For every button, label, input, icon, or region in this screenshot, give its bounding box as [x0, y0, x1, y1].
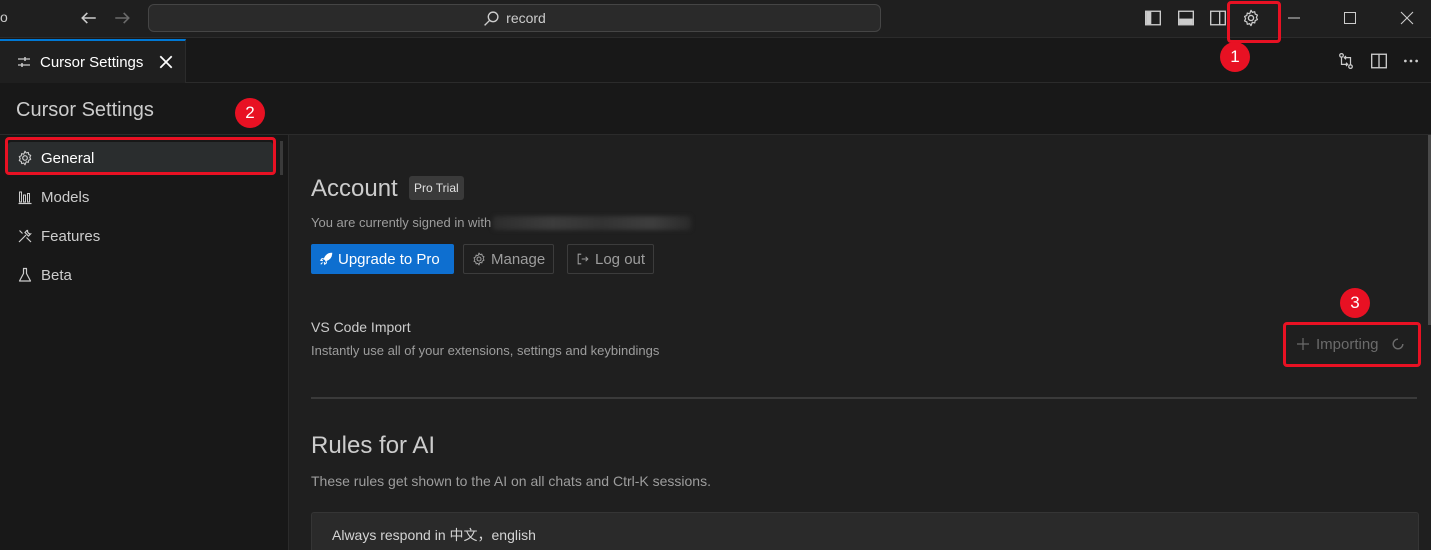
sidebar-item-features[interactable]: Features: [8, 220, 273, 252]
page-title: Cursor Settings: [16, 99, 154, 121]
redacted-email: [493, 215, 692, 230]
close-icon: [1400, 11, 1414, 25]
annotation-badge-3: 3: [1340, 288, 1370, 318]
vscode-import-title: VS Code Import: [311, 319, 411, 335]
settings-sidebar: General Models Features Beta: [0, 135, 289, 550]
rules-section-title: Rules for AI: [311, 432, 436, 459]
manage-button[interactable]: Manage: [463, 244, 555, 274]
log-out-button[interactable]: Log out: [567, 244, 655, 274]
log-out-button-label: Log out: [595, 250, 646, 268]
rules-description: These rules get shown to the AI on all c…: [311, 473, 711, 489]
toggle-panel-button[interactable]: [1173, 6, 1199, 30]
manage-button-label: Manage: [491, 250, 546, 268]
close-icon: [160, 55, 173, 69]
sidebar-scrollbar[interactable]: [280, 141, 283, 175]
annotation-highlight-import: [1283, 322, 1421, 367]
gear-icon: [473, 252, 485, 266]
upgrade-button-label: Upgrade to Pro: [338, 250, 440, 268]
titlebar-edge-glyph: o: [0, 9, 8, 25]
signed-in-label: You are currently signed in with: [311, 215, 492, 230]
rocket-icon: [319, 252, 333, 266]
bar-chart-icon: [18, 191, 32, 205]
split-editor-icon: [1371, 53, 1387, 69]
toggle-primary-sidebar-button[interactable]: [1140, 6, 1166, 30]
upgrade-to-pro-button[interactable]: Upgrade to Pro: [311, 244, 454, 274]
editor-tab-bar: Cursor Settings: [0, 39, 1431, 83]
sidebar-right-icon: [1210, 10, 1226, 26]
tools-icon: [18, 229, 32, 243]
compare-changes-icon: [1339, 52, 1353, 70]
search-icon: [484, 10, 499, 26]
sidebar-item-models[interactable]: Models: [8, 181, 273, 213]
tab-label: Cursor Settings: [40, 53, 144, 71]
sidebar-left-icon: [1145, 10, 1161, 26]
maximize-button[interactable]: [1327, 0, 1373, 36]
minimize-icon: [1288, 17, 1300, 19]
signed-in-text: You are currently signed in with: [311, 215, 692, 230]
more-actions-button[interactable]: [1399, 50, 1423, 72]
open-changes-button[interactable]: [1334, 50, 1358, 72]
maximize-icon: [1344, 12, 1356, 24]
search-text: record: [506, 10, 546, 26]
vscode-import-description: Instantly use all of your extensions, se…: [311, 343, 660, 358]
plan-badge: Pro Trial: [409, 176, 464, 200]
arrow-right-icon: [115, 12, 130, 24]
annotation-badge-2: 2: [235, 98, 265, 128]
account-section-title: Account: [311, 175, 398, 202]
settings-sliders-icon: [18, 57, 30, 67]
rules-for-ai-textarea[interactable]: Always respond in 中文，english: [311, 512, 1419, 550]
split-editor-button[interactable]: [1367, 50, 1391, 72]
command-center-search[interactable]: record: [148, 4, 881, 32]
title-bar: o record: [0, 0, 1431, 38]
annotation-highlight-general: [5, 137, 276, 175]
ellipsis-icon: [1404, 59, 1418, 63]
annotation-highlight-settings: [1227, 1, 1281, 43]
tab-cursor-settings[interactable]: Cursor Settings: [0, 39, 186, 83]
forward-button[interactable]: [109, 6, 135, 30]
sidebar-item-label: Beta: [41, 266, 72, 284]
sidebar-item-label: Features: [41, 227, 101, 245]
sidebar-item-beta[interactable]: Beta: [8, 259, 273, 291]
close-window-button[interactable]: [1384, 0, 1430, 36]
tab-close-button[interactable]: [157, 53, 175, 71]
panel-bottom-icon: [1178, 10, 1194, 26]
back-button[interactable]: [76, 6, 102, 30]
settings-content: Account Pro Trial You are currently sign…: [289, 135, 1431, 550]
sidebar-item-label: Models: [41, 188, 90, 206]
section-divider: [311, 397, 1417, 399]
arrow-left-icon: [81, 12, 96, 24]
log-out-icon: [577, 253, 589, 265]
flask-icon: [18, 267, 32, 282]
annotation-badge-1: 1: [1220, 42, 1250, 72]
